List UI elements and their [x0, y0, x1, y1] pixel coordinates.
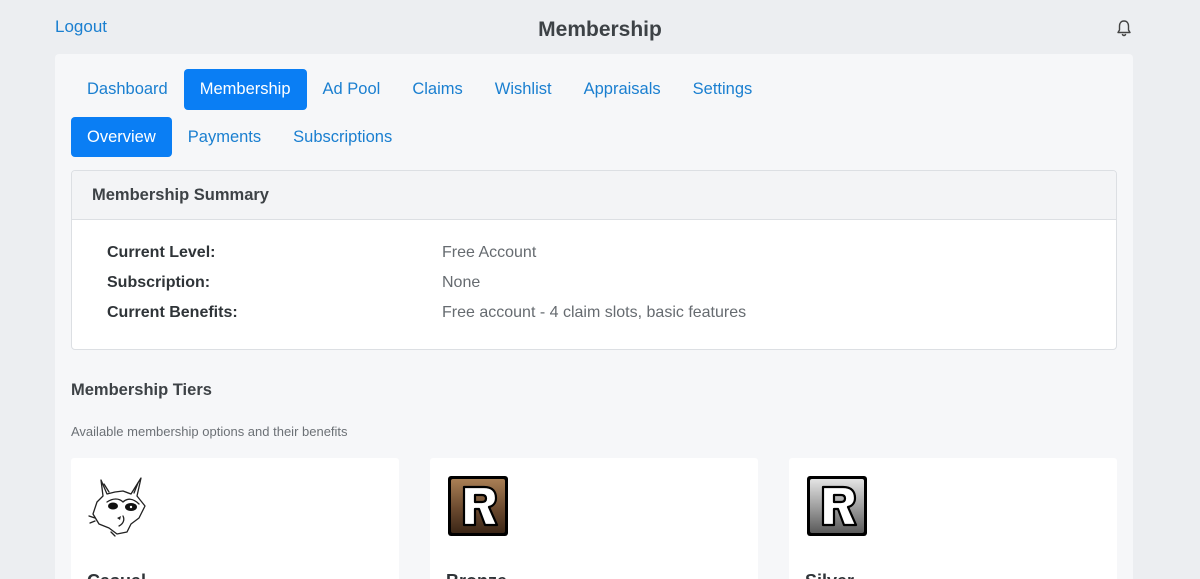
summary-heading: Membership Summary [72, 171, 1116, 220]
tab-ad-pool[interactable]: Ad Pool [307, 69, 397, 110]
summary-row-subscription: Subscription: None [107, 268, 1107, 298]
tab-membership[interactable]: Membership [183, 69, 307, 110]
tier-card-casual[interactable]: Casual [71, 458, 399, 579]
main-tabs: Dashboard Membership Ad Pool Claims Wish… [71, 69, 768, 110]
summary-row-benefits: Current Benefits: Free account - 4 claim… [107, 298, 1107, 328]
tab-settings[interactable]: Settings [677, 69, 769, 110]
sub-tabs: Overview Payments Subscriptions [71, 117, 408, 157]
summary-label: Current Level: [107, 244, 216, 261]
membership-summary-card: Membership Summary Current Level: Free A… [71, 170, 1117, 350]
summary-value: None [442, 274, 481, 291]
tab-appraisals[interactable]: Appraisals [568, 69, 677, 110]
top-bar: Logout Membership [0, 0, 1200, 54]
tier-name: Casual [87, 571, 146, 579]
raccoon-sketch-icon [87, 474, 151, 538]
summary-row-level: Current Level: Free Account [107, 238, 1107, 268]
tab-claims[interactable]: Claims [396, 69, 478, 110]
tiers-subheading: Available membership options and their b… [71, 424, 348, 439]
summary-label: Subscription: [107, 274, 211, 291]
bronze-r-badge-icon [446, 474, 510, 538]
tiers-heading: Membership Tiers [71, 381, 212, 399]
tier-card-bronze[interactable]: Bronze [430, 458, 758, 579]
summary-label: Current Benefits: [107, 304, 238, 321]
tier-name: Bronze [446, 571, 507, 579]
summary-value: Free Account [442, 244, 537, 261]
page-title: Membership [538, 18, 662, 41]
subtab-payments[interactable]: Payments [172, 117, 277, 157]
tab-wishlist[interactable]: Wishlist [479, 69, 568, 110]
main-panel: Dashboard Membership Ad Pool Claims Wish… [55, 54, 1133, 579]
silver-r-badge-icon [805, 474, 869, 538]
subtab-subscriptions[interactable]: Subscriptions [277, 117, 408, 157]
tier-card-silver[interactable]: Silver [789, 458, 1117, 579]
tier-name: Silver [805, 571, 854, 579]
subtab-overview[interactable]: Overview [71, 117, 172, 157]
bell-icon[interactable] [1115, 19, 1133, 37]
tab-dashboard[interactable]: Dashboard [71, 69, 184, 110]
summary-value: Free account - 4 claim slots, basic feat… [442, 304, 747, 321]
